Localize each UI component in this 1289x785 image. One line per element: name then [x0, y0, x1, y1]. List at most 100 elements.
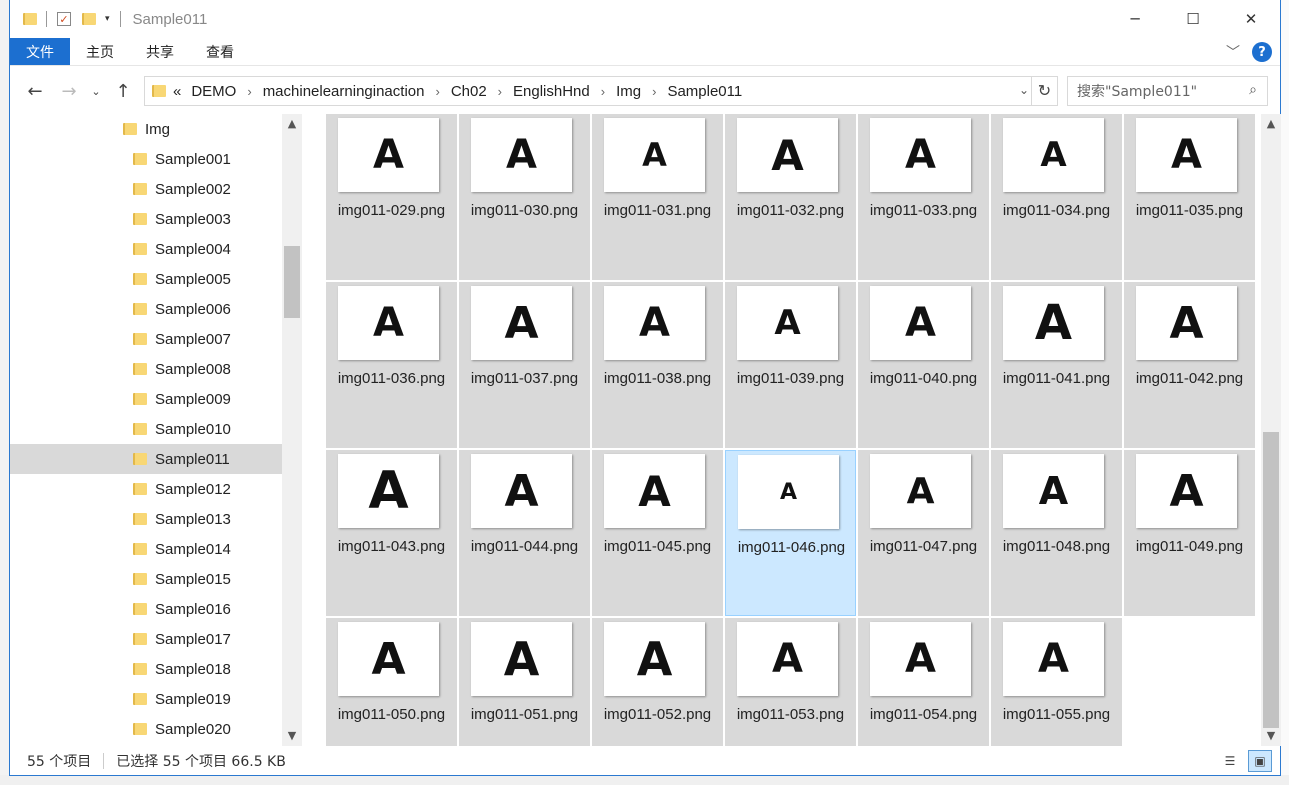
breadcrumb-item[interactable]: Img	[616, 83, 641, 100]
refresh-icon[interactable]: ↻	[1031, 77, 1057, 105]
file-item[interactable]: Aimg011-052.png	[592, 618, 723, 746]
tree-item-sample015[interactable]: Sample015	[10, 564, 282, 594]
file-item[interactable]: Aimg011-055.png	[991, 618, 1122, 746]
file-item[interactable]: Aimg011-045.png	[592, 450, 723, 616]
file-item[interactable]: Aimg011-050.png	[326, 618, 457, 746]
breadcrumb-item[interactable]: EnglishHnd	[513, 83, 590, 100]
file-item[interactable]: Aimg011-034.png	[991, 114, 1122, 280]
tree-item-sample006[interactable]: Sample006	[10, 294, 282, 324]
tree-item-sample007[interactable]: Sample007	[10, 324, 282, 354]
tree-item-sample011[interactable]: Sample011	[10, 444, 282, 474]
file-item[interactable]: Aimg011-049.png	[1124, 450, 1255, 616]
file-item[interactable]: Aimg011-035.png	[1124, 114, 1255, 280]
file-item[interactable]: Aimg011-032.png	[725, 114, 856, 280]
tree-item-sample004[interactable]: Sample004	[10, 234, 282, 264]
breadcrumb-overflow[interactable]: «	[173, 83, 181, 100]
tree-item-sample020[interactable]: Sample020	[10, 714, 282, 744]
file-item[interactable]: Aimg011-029.png	[326, 114, 457, 280]
breadcrumb-separator-icon[interactable]: ›	[652, 84, 656, 99]
file-item[interactable]: Aimg011-048.png	[991, 450, 1122, 616]
tree-item-sample013[interactable]: Sample013	[10, 504, 282, 534]
up-arrow-icon[interactable]: ↑	[106, 81, 140, 102]
address-dropdown-icon[interactable]: ⌄	[1019, 83, 1029, 97]
file-item[interactable]: Aimg011-043.png	[326, 450, 457, 616]
file-item[interactable]: Aimg011-037.png	[459, 282, 590, 448]
breadcrumb-item[interactable]: DEMO	[191, 83, 236, 100]
scroll-up-arrow-icon[interactable]: ▲	[282, 114, 302, 134]
tree-item-img[interactable]: Img	[10, 114, 282, 144]
customize-toolbar-dropdown-icon[interactable]: ▾	[105, 14, 110, 24]
file-item[interactable]: Aimg011-053.png	[725, 618, 856, 746]
breadcrumb-separator-icon[interactable]: ›	[435, 84, 439, 99]
file-name: img011-043.png	[337, 538, 446, 555]
file-item[interactable]: Aimg011-030.png	[459, 114, 590, 280]
tree-item-sample010[interactable]: Sample010	[10, 414, 282, 444]
folder-icon	[132, 512, 147, 526]
file-item[interactable]: Aimg011-031.png	[592, 114, 723, 280]
file-item[interactable]: Aimg011-041.png	[991, 282, 1122, 448]
tree-item-sample016[interactable]: Sample016	[10, 594, 282, 624]
tree-item-sample018[interactable]: Sample018	[10, 654, 282, 684]
separator	[119, 11, 121, 27]
tab-home[interactable]: 主页	[70, 38, 130, 65]
file-item[interactable]: Aimg011-039.png	[725, 282, 856, 448]
search-box[interactable]: 搜索"Sample011" ⌕	[1067, 76, 1268, 106]
thumbnail-glyph: A	[1040, 135, 1067, 175]
file-item[interactable]: Aimg011-042.png	[1124, 282, 1255, 448]
search-input[interactable]: 搜索"Sample011"	[1077, 81, 1197, 101]
new-folder-icon[interactable]	[81, 12, 96, 26]
file-item[interactable]: Aimg011-046.png	[725, 450, 856, 616]
properties-check-icon[interactable]: ✓	[57, 12, 71, 26]
recent-locations-chevron-icon[interactable]: ⌄	[86, 85, 106, 98]
tree-item-sample012[interactable]: Sample012	[10, 474, 282, 504]
tree-item-sample019[interactable]: Sample019	[10, 684, 282, 714]
maximize-button[interactable]: ☐	[1164, 0, 1222, 38]
breadcrumb-separator-icon[interactable]: ›	[247, 84, 251, 99]
tree-item-sample009[interactable]: Sample009	[10, 384, 282, 414]
close-button[interactable]: ✕	[1222, 0, 1280, 38]
file-item[interactable]: Aimg011-040.png	[858, 282, 989, 448]
file-view-scrollbar[interactable]: ▲ ▼	[1261, 114, 1281, 746]
scrollbar-thumb[interactable]	[1263, 432, 1279, 728]
address-bar[interactable]: « DEMO › machinelearninginaction › Ch02 …	[144, 76, 1058, 106]
scrollbar-thumb[interactable]	[284, 246, 300, 318]
back-arrow-icon[interactable]: ←	[18, 81, 52, 102]
breadcrumb-separator-icon[interactable]: ›	[601, 84, 605, 99]
scroll-down-arrow-icon[interactable]: ▼	[1261, 726, 1281, 746]
minimize-button[interactable]: ─	[1106, 0, 1164, 38]
breadcrumb-item[interactable]: Sample011	[667, 83, 742, 100]
scroll-down-arrow-icon[interactable]: ▼	[282, 726, 302, 746]
details-view-icon[interactable]: ☰	[1218, 750, 1242, 772]
breadcrumb-item[interactable]: machinelearninginaction	[263, 83, 425, 100]
search-icon[interactable]: ⌕	[1249, 82, 1257, 98]
file-item[interactable]: Aimg011-047.png	[858, 450, 989, 616]
file-item[interactable]: Aimg011-044.png	[459, 450, 590, 616]
tree-item-sample003[interactable]: Sample003	[10, 204, 282, 234]
tab-share[interactable]: 共享	[130, 38, 190, 65]
forward-arrow-icon[interactable]: →	[52, 81, 86, 102]
file-item[interactable]: Aimg011-051.png	[459, 618, 590, 746]
tree-item-sample005[interactable]: Sample005	[10, 264, 282, 294]
expand-ribbon-chevron-icon[interactable]: ﹀	[1226, 42, 1240, 62]
scroll-up-arrow-icon[interactable]: ▲	[1261, 114, 1281, 134]
tab-file[interactable]: 文件	[10, 38, 70, 65]
tree-item-sample002[interactable]: Sample002	[10, 174, 282, 204]
large-icons-view-icon[interactable]: ▣	[1248, 750, 1272, 772]
breadcrumb-item[interactable]: Ch02	[451, 83, 487, 100]
file-thumbnail: A	[604, 286, 705, 360]
tree-item-sample001[interactable]: Sample001	[10, 144, 282, 174]
thumbnail-glyph: A	[905, 300, 936, 346]
file-thumbnail: A	[870, 286, 971, 360]
help-icon[interactable]: ?	[1252, 42, 1272, 62]
tree-item-sample017[interactable]: Sample017	[10, 624, 282, 654]
nav-pane-scrollbar[interactable]: ▲ ▼	[282, 114, 302, 746]
file-item[interactable]: Aimg011-036.png	[326, 282, 457, 448]
file-item[interactable]: Aimg011-033.png	[858, 114, 989, 280]
breadcrumb-separator-icon[interactable]: ›	[498, 84, 502, 99]
file-item[interactable]: Aimg011-054.png	[858, 618, 989, 746]
tree-item-sample014[interactable]: Sample014	[10, 534, 282, 564]
file-item[interactable]: Aimg011-038.png	[592, 282, 723, 448]
tree-item-sample008[interactable]: Sample008	[10, 354, 282, 384]
tab-view[interactable]: 查看	[190, 38, 250, 65]
file-thumbnail: A	[737, 118, 838, 192]
